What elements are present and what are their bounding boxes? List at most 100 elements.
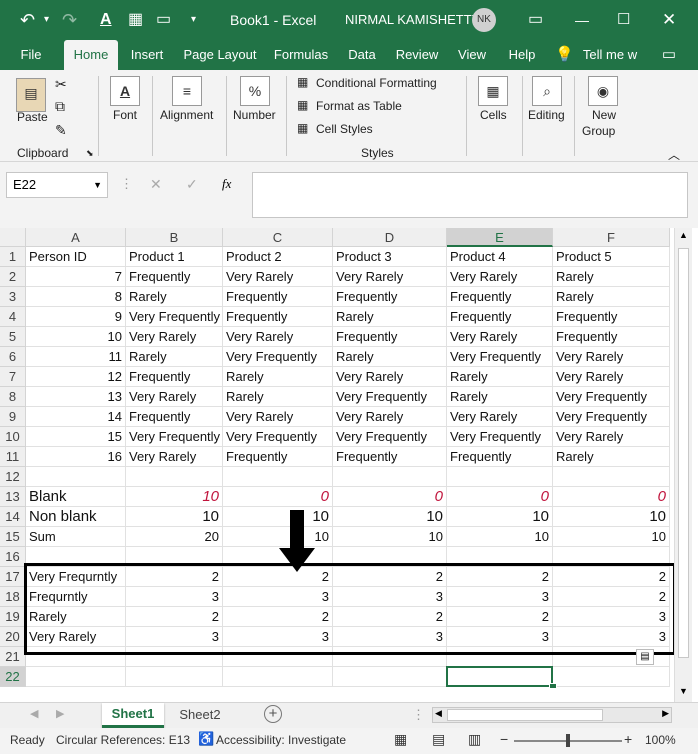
cell-d7[interactable]: Very Rarely	[333, 367, 447, 387]
cell-f14[interactable]: 10	[553, 507, 670, 527]
cell-e6[interactable]: Very Frequently	[447, 347, 553, 367]
cell-c8[interactable]: Rarely	[223, 387, 333, 407]
cell-f15[interactable]: 10	[553, 527, 670, 547]
cell-f12[interactable]	[553, 467, 670, 487]
tell-me-search[interactable]: Tell me w	[582, 40, 638, 70]
prev-sheet-icon[interactable]: ◀	[30, 707, 38, 720]
cell-b3[interactable]: Rarely	[126, 287, 223, 307]
maximize-icon[interactable]: ☐	[617, 0, 630, 40]
zoom-level[interactable]: 100%	[645, 733, 676, 747]
cell-e4[interactable]: Frequently	[447, 307, 553, 327]
next-sheet-icon[interactable]: ▶	[56, 707, 64, 720]
row-header[interactable]: 19	[0, 607, 26, 627]
name-box[interactable]: E22 ▼	[6, 172, 108, 198]
tab-split-icon[interactable]: ⋮	[412, 707, 425, 723]
open-folder-icon[interactable]: ▭	[156, 0, 171, 40]
cell-c4[interactable]: Frequently	[223, 307, 333, 327]
cell-f7[interactable]: Very Rarely	[553, 367, 670, 387]
cell-b1[interactable]: Product 1	[126, 247, 223, 267]
cell-a5[interactable]: 10	[26, 327, 126, 347]
cell-styles-button[interactable]: Cell Styles	[316, 122, 373, 136]
cell-f4[interactable]: Frequently	[553, 307, 670, 327]
tab-view[interactable]: View	[452, 40, 492, 70]
fill-handle[interactable]	[549, 683, 557, 689]
font-color-icon[interactable]: A	[100, 0, 112, 40]
new-group-icon[interactable]: ◉	[588, 76, 618, 106]
row-header[interactable]: 5	[0, 327, 26, 347]
cell-d10[interactable]: Very Frequently	[333, 427, 447, 447]
insert-function-icon[interactable]: fx	[222, 176, 231, 192]
cell-c3[interactable]: Frequently	[223, 287, 333, 307]
cell-b7[interactable]: Frequently	[126, 367, 223, 387]
cell-f22[interactable]	[553, 667, 670, 687]
sheet-tab-sheet2[interactable]: Sheet2	[170, 703, 230, 728]
cell-a10[interactable]: 15	[26, 427, 126, 447]
cell-b22[interactable]	[126, 667, 223, 687]
cell-d1[interactable]: Product 3	[333, 247, 447, 267]
row-header[interactable]: 4	[0, 307, 26, 327]
cell-c13[interactable]: 0	[223, 487, 333, 507]
cells-button[interactable]: Cells	[480, 108, 507, 122]
cell-c7[interactable]: Rarely	[223, 367, 333, 387]
cell-e11[interactable]: Frequently	[447, 447, 553, 467]
cell-a11[interactable]: 16	[26, 447, 126, 467]
cell-e14[interactable]: 10	[447, 507, 553, 527]
cells-icon[interactable]: ▦	[478, 76, 508, 106]
cell-d12[interactable]	[333, 467, 447, 487]
cell-d9[interactable]: Very Rarely	[333, 407, 447, 427]
redo-icon[interactable]: ↷	[62, 0, 77, 40]
number-icon[interactable]: %	[240, 76, 270, 106]
cell-c11[interactable]: Frequently	[223, 447, 333, 467]
conditional-formatting-button[interactable]: Conditional Formatting	[316, 76, 437, 90]
cell-c6[interactable]: Very Frequently	[223, 347, 333, 367]
scroll-down-icon[interactable]: ▼	[679, 686, 688, 696]
cell-d14[interactable]: 10	[333, 507, 447, 527]
column-header-f[interactable]: F	[553, 228, 670, 247]
zoom-slider-thumb[interactable]	[566, 734, 570, 747]
cell-f13[interactable]: 0	[553, 487, 670, 507]
cell-f5[interactable]: Frequently	[553, 327, 670, 347]
undo-icon[interactable]: ↶	[20, 0, 35, 40]
cell-d15[interactable]: 10	[333, 527, 447, 547]
row-header[interactable]: 12	[0, 467, 26, 487]
cell-e2[interactable]: Very Rarely	[447, 267, 553, 287]
cell-a13[interactable]: Blank	[26, 487, 126, 507]
cell-d2[interactable]: Very Rarely	[333, 267, 447, 287]
cell-f11[interactable]: Rarely	[553, 447, 670, 467]
cell-b13[interactable]: 10	[126, 487, 223, 507]
scroll-left-icon[interactable]: ◀	[435, 708, 442, 719]
scroll-up-icon[interactable]: ▲	[679, 230, 688, 240]
row-header[interactable]: 17	[0, 567, 26, 587]
avatar[interactable]: NK	[472, 8, 496, 32]
cell-b6[interactable]: Rarely	[126, 347, 223, 367]
tab-page-layout[interactable]: Page Layout	[180, 40, 260, 70]
cell-b9[interactable]: Frequently	[126, 407, 223, 427]
row-header[interactable]: 15	[0, 527, 26, 547]
cell-a2[interactable]: 7	[26, 267, 126, 287]
tab-data[interactable]: Data	[342, 40, 382, 70]
cell-c1[interactable]: Product 2	[223, 247, 333, 267]
tab-insert[interactable]: Insert	[126, 40, 168, 70]
cell-b8[interactable]: Very Rarely	[126, 387, 223, 407]
dialog-launcher-icon[interactable]: ⬊	[86, 148, 94, 159]
add-sheet-icon[interactable]: +	[264, 705, 282, 723]
cell-c12[interactable]	[223, 467, 333, 487]
cell-b2[interactable]: Frequently	[126, 267, 223, 287]
alignment-button[interactable]: Alignment	[160, 108, 213, 122]
cell-d13[interactable]: 0	[333, 487, 447, 507]
vertical-scroll-thumb[interactable]	[678, 248, 689, 658]
row-header[interactable]: 8	[0, 387, 26, 407]
cell-c9[interactable]: Very Rarely	[223, 407, 333, 427]
column-header-d[interactable]: D	[333, 228, 447, 247]
tab-help[interactable]: Help	[502, 40, 542, 70]
cell-c5[interactable]: Very Rarely	[223, 327, 333, 347]
circular-references-status[interactable]: Circular References: E13	[56, 733, 190, 747]
cell-f1[interactable]: Product 5	[553, 247, 670, 267]
cell-f9[interactable]: Very Frequently	[553, 407, 670, 427]
cell-a6[interactable]: 11	[26, 347, 126, 367]
cell-e9[interactable]: Very Rarely	[447, 407, 553, 427]
tab-file[interactable]: File	[10, 40, 52, 70]
cell-a15[interactable]: Sum	[26, 527, 126, 547]
copy-icon[interactable]: ⧉	[55, 98, 65, 115]
cell-f8[interactable]: Very Frequently	[553, 387, 670, 407]
